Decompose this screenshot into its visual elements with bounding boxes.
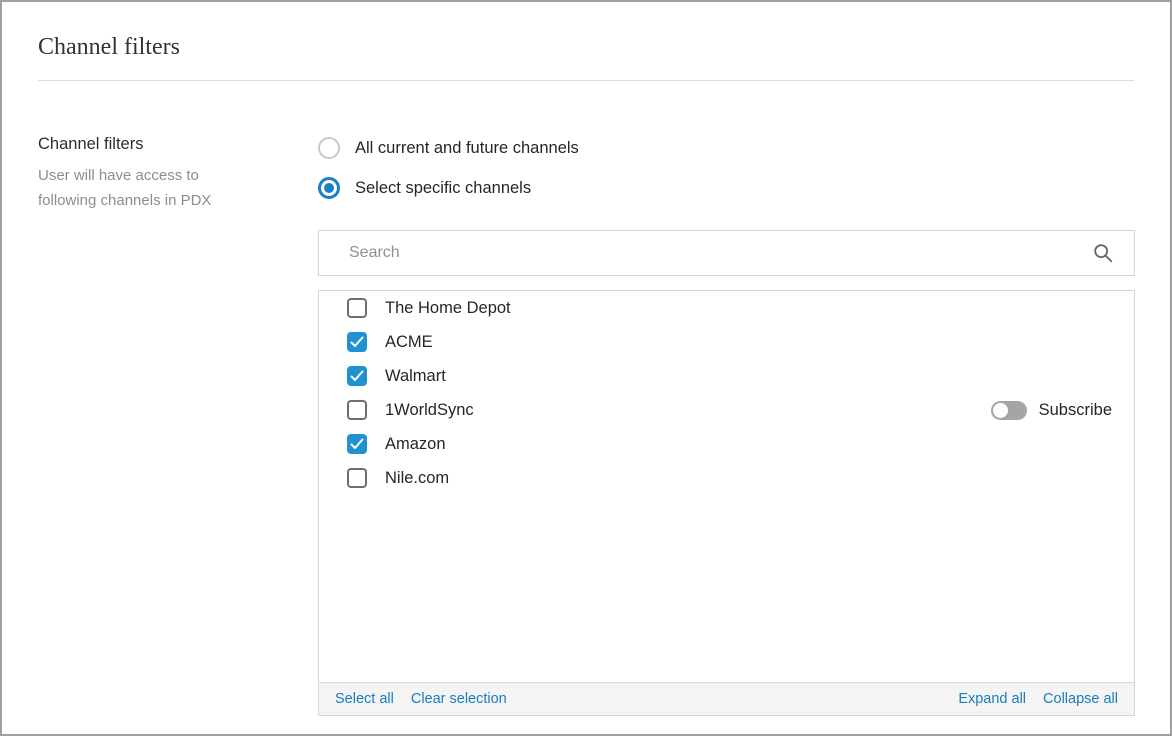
footer-link-collapse-all[interactable]: Collapse all [1043,691,1118,707]
subscribe-toggle[interactable] [991,401,1027,420]
subscribe-toggle-label: Subscribe [1039,401,1112,420]
channel-list-rows: The Home Depot ACME Walmart 1WorldSync Subsc… [319,291,1134,682]
checkbox-unchecked-3[interactable] [347,400,367,420]
channel-name: 1WorldSync [385,401,474,420]
checkbox-checked-4[interactable] [347,434,367,454]
section-info: Channel filters User will have access to… [38,135,288,213]
footer-link-clear-selection[interactable]: Clear selection [411,691,507,707]
section-description-line2: following channels in PDX [38,192,211,209]
radio-unselected-icon[interactable] [318,137,340,159]
section-label: Channel filters [38,135,288,154]
footer-left-actions: Select all Clear selection [335,691,507,707]
checkbox-unchecked-0[interactable] [347,298,367,318]
radio-option-label: Select specific channels [355,179,531,198]
radio-selected-icon[interactable] [318,177,340,199]
radio-option-select-specific[interactable]: Select specific channels [318,177,531,199]
channel-name: Nile.com [385,469,449,488]
channel-name: Walmart [385,367,446,386]
radio-option-all-channels[interactable]: All current and future channels [318,137,579,159]
header-divider [38,80,1134,81]
channel-name: The Home Depot [385,299,511,318]
channel-row: Walmart [319,359,1134,393]
footer-right-actions: Expand all Collapse all [958,691,1118,707]
channel-row: ACME [319,325,1134,359]
radio-option-label: All current and future channels [355,139,579,158]
page-title: Channel filters [38,34,180,61]
search-input[interactable] [319,244,1092,262]
channel-row: Nile.com [319,461,1134,495]
checkbox-checked-2[interactable] [347,366,367,386]
channel-row: The Home Depot [319,291,1134,325]
section-description-line1: User will have access to [38,167,199,184]
channel-name: Amazon [385,435,446,454]
channel-filters-panel: Channel filters Channel filters User wil… [0,0,1172,736]
channel-list-footer: Select all Clear selection Expand all Coll… [319,682,1134,715]
section-description: User will have access to following chann… [38,163,288,213]
channel-row: 1WorldSync Subscribe [319,393,1134,427]
channel-list: The Home Depot ACME Walmart 1WorldSync Subsc… [318,290,1135,716]
checkbox-unchecked-5[interactable] [347,468,367,488]
footer-link-expand-all[interactable]: Expand all [958,691,1026,707]
subscribe-toggle-wrap: Subscribe [991,393,1112,427]
checkbox-checked-1[interactable] [347,332,367,352]
footer-link-select-all[interactable]: Select all [335,691,394,707]
search-icon[interactable] [1092,242,1114,264]
search-box [318,230,1135,276]
channel-row: Amazon [319,427,1134,461]
channel-name: ACME [385,333,433,352]
